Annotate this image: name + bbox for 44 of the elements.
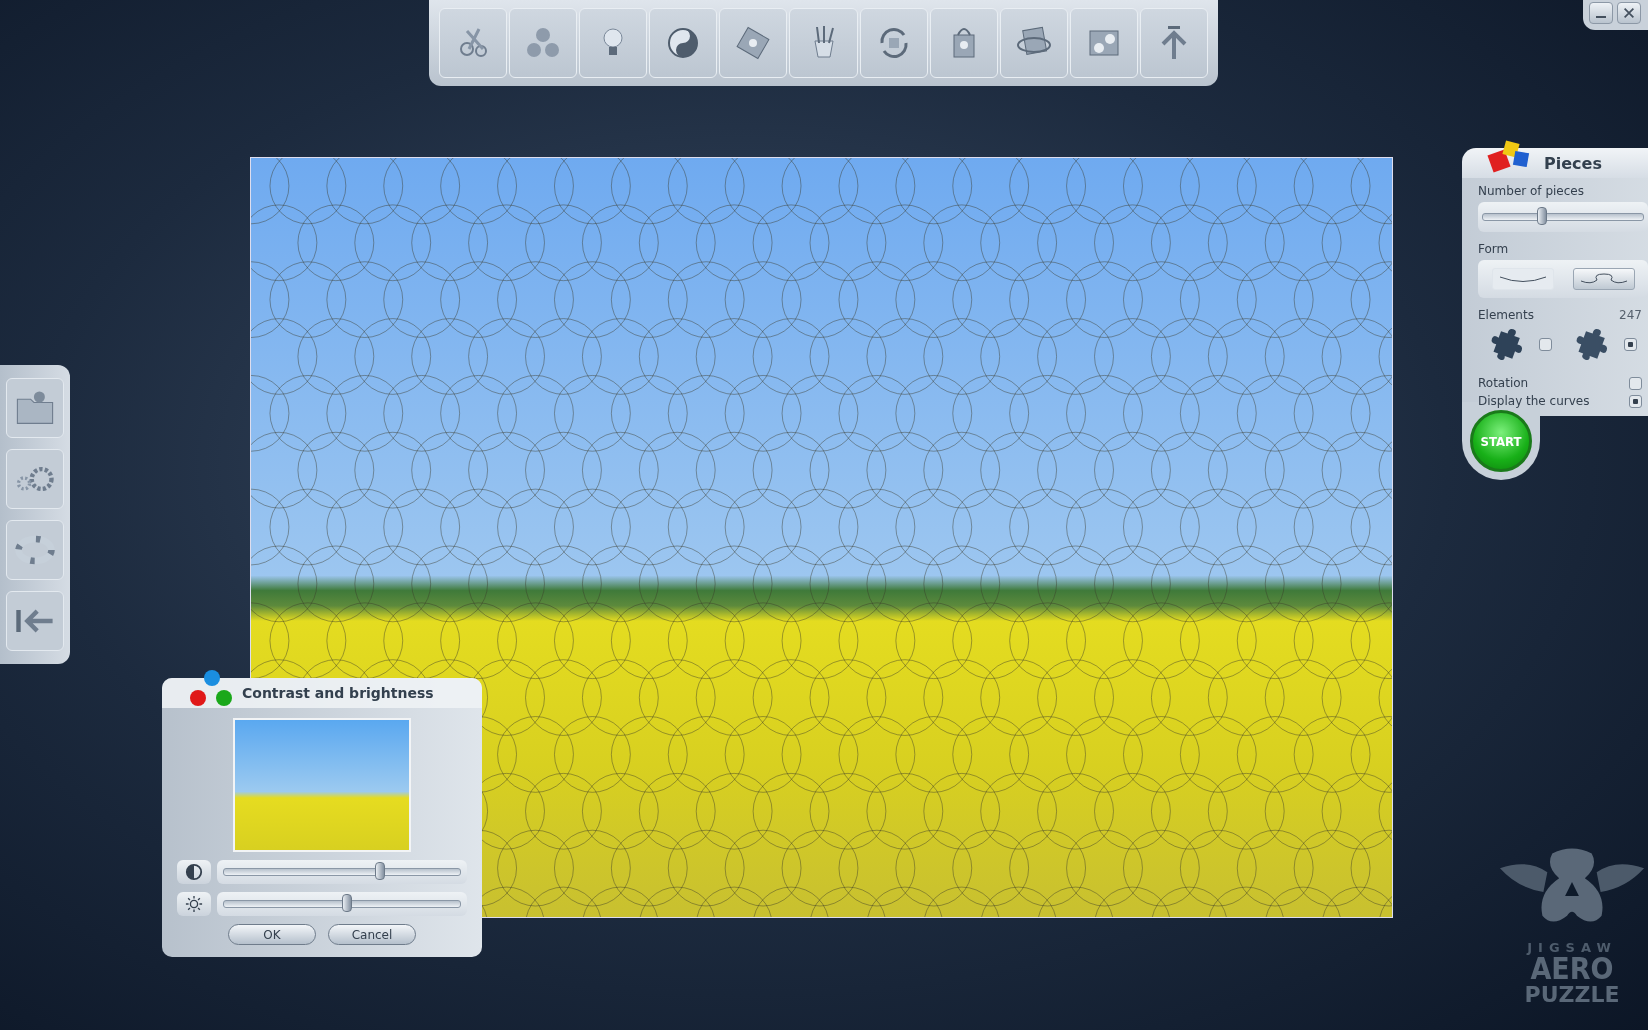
picture-orbit-icon[interactable] (999, 8, 1068, 78)
contrast-slider[interactable] (217, 860, 467, 884)
close-button[interactable] (1617, 2, 1641, 24)
pieces-slider[interactable] (1478, 202, 1648, 232)
brightness-icon (185, 895, 203, 913)
dialog-title: Contrast and brightness (242, 685, 434, 701)
option-label: Rotation (1478, 376, 1529, 390)
panel-title: Pieces (1544, 153, 1602, 173)
smooth-form-button[interactable] (1491, 268, 1554, 290)
wavy-line-icon (1578, 272, 1629, 286)
folder-icon[interactable] (6, 378, 64, 439)
form-label: Form (1478, 242, 1510, 256)
cancel-button[interactable]: Cancel (328, 924, 416, 945)
spheres-icon[interactable] (509, 8, 578, 78)
element-checkbox[interactable] (1539, 337, 1552, 351)
element-checkbox[interactable] (1624, 337, 1637, 351)
close-icon (1622, 6, 1636, 20)
number-of-pieces-label: Number of pieces (1478, 184, 1585, 198)
elements-count: 247 (1619, 308, 1642, 322)
option-checkbox[interactable] (1629, 394, 1642, 408)
contrast-icon (185, 863, 203, 881)
shaded-puzzle-piece-icon (1574, 326, 1610, 362)
slider-thumb[interactable] (374, 862, 385, 880)
logo-text: JIGSAW (1527, 940, 1617, 955)
brightness-slider[interactable] (217, 892, 467, 916)
slider-thumb[interactable] (341, 894, 352, 912)
minimize-icon (1596, 16, 1606, 18)
option-checkbox[interactable] (1629, 376, 1642, 390)
ok-button[interactable]: OK (228, 924, 316, 945)
flower-gallery-icon[interactable] (1069, 8, 1138, 78)
scissors-icon[interactable] (439, 8, 508, 78)
elements-label: Elements (1478, 308, 1534, 322)
puzzle-piece-icon (1489, 326, 1525, 362)
wavy-form-button[interactable] (1572, 268, 1635, 290)
yin-yang-icon[interactable] (649, 8, 718, 78)
logo-text: AERO (1530, 955, 1614, 983)
option-label: Display the curves (1478, 394, 1590, 408)
pencil-cup-icon[interactable] (789, 8, 858, 78)
minimize-button[interactable] (1589, 2, 1613, 24)
logo-text: PUZZLE (1524, 983, 1620, 1007)
rotate-arrows-icon[interactable] (859, 8, 928, 78)
flower-picture-icon[interactable] (719, 8, 788, 78)
picture-bag-icon[interactable] (929, 8, 998, 78)
slider-thumb[interactable] (1537, 207, 1548, 225)
